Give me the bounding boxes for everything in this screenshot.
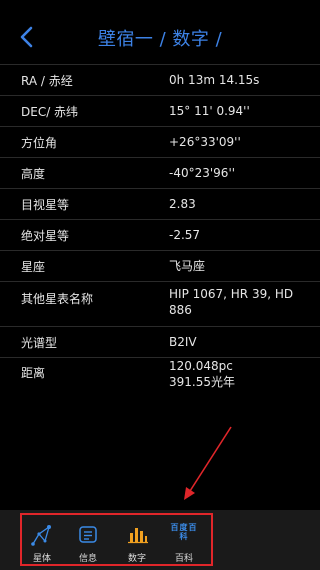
row-value: 0h 13m 14.15s (169, 73, 260, 87)
row-label: RA / 赤经 (21, 74, 73, 88)
row-label: 目视星等 (21, 198, 70, 212)
row-absolute-magnitude: 绝对星等 -2.57 (0, 219, 320, 250)
tab-label: 百科 (174, 554, 193, 564)
row-value: B2IV (169, 335, 197, 349)
row-altitude: 高度 -40°23'96'' (0, 157, 320, 188)
row-value: 120.048pc 391.55光年 (169, 358, 309, 390)
page-title: 壁宿一 / 数字 / (97, 29, 223, 50)
row-label: 星座 (21, 260, 46, 274)
row-dec: DEC/ 赤纬 15° 11' 0.94'' (0, 95, 320, 126)
row-label: 距离 (21, 366, 46, 380)
row-spectral-type: 光谱型 B2IV (0, 326, 320, 357)
row-other-catalogs: 其他星表名称 HIP 1067, HR 39, HD 886 (0, 281, 320, 326)
row-value: +26°33'09'' (169, 135, 241, 149)
row-label: 方位角 (21, 136, 58, 150)
tab-encyclopedia[interactable]: 百度百科 百科 (160, 510, 208, 570)
row-value: HIP 1067, HR 39, HD 886 (169, 287, 294, 317)
tab-label: 星体 (32, 554, 51, 564)
tab-label: 信息 (78, 554, 97, 564)
row-label: 绝对星等 (21, 229, 70, 243)
row-constellation: 星座 飞马座 (0, 250, 320, 281)
header: 壁宿一 / 数字 / (0, 0, 320, 64)
baike-logo-text: 百度百科 (170, 523, 198, 541)
row-label: 高度 (21, 167, 46, 181)
row-value: -40°23'96'' (169, 166, 236, 180)
constellation-icon (31, 525, 51, 546)
row-label: 光谱型 (21, 336, 58, 350)
row-value: 2.83 (169, 197, 196, 211)
tab-label: 数字 (127, 554, 146, 564)
row-value: 15° 11' 0.94'' (169, 104, 250, 118)
row-label: 其他星表名称 (21, 292, 94, 306)
row-apparent-magnitude: 目视星等 2.83 (0, 188, 320, 219)
baike-logo-icon: 百度百科 (170, 523, 198, 547)
row-value: -2.57 (169, 228, 201, 242)
row-distance: 距离 120.048pc 391.55光年 (0, 357, 320, 403)
distance-parsec: 120.048pc (169, 359, 233, 373)
row-label: DEC/ 赤纬 (21, 105, 79, 119)
row-value: 飞马座 (169, 259, 206, 273)
distance-lightyears: 391.55光年 (169, 375, 235, 389)
tab-celestial-body[interactable]: 星体 (18, 510, 66, 570)
bar-chart-icon (128, 528, 148, 544)
info-card-icon (79, 526, 97, 543)
bottom-tab-bar: 星体 信息 数字 百度百科 百科 (0, 510, 320, 570)
tab-info[interactable]: 信息 (64, 510, 112, 570)
star-details-table: RA / 赤经 0h 13m 14.15s DEC/ 赤纬 15° 11' 0.… (0, 64, 320, 403)
row-ra: RA / 赤经 0h 13m 14.15s (0, 64, 320, 95)
row-azimuth: 方位角 +26°33'09'' (0, 126, 320, 157)
tab-numbers[interactable]: 数字 (113, 510, 161, 570)
